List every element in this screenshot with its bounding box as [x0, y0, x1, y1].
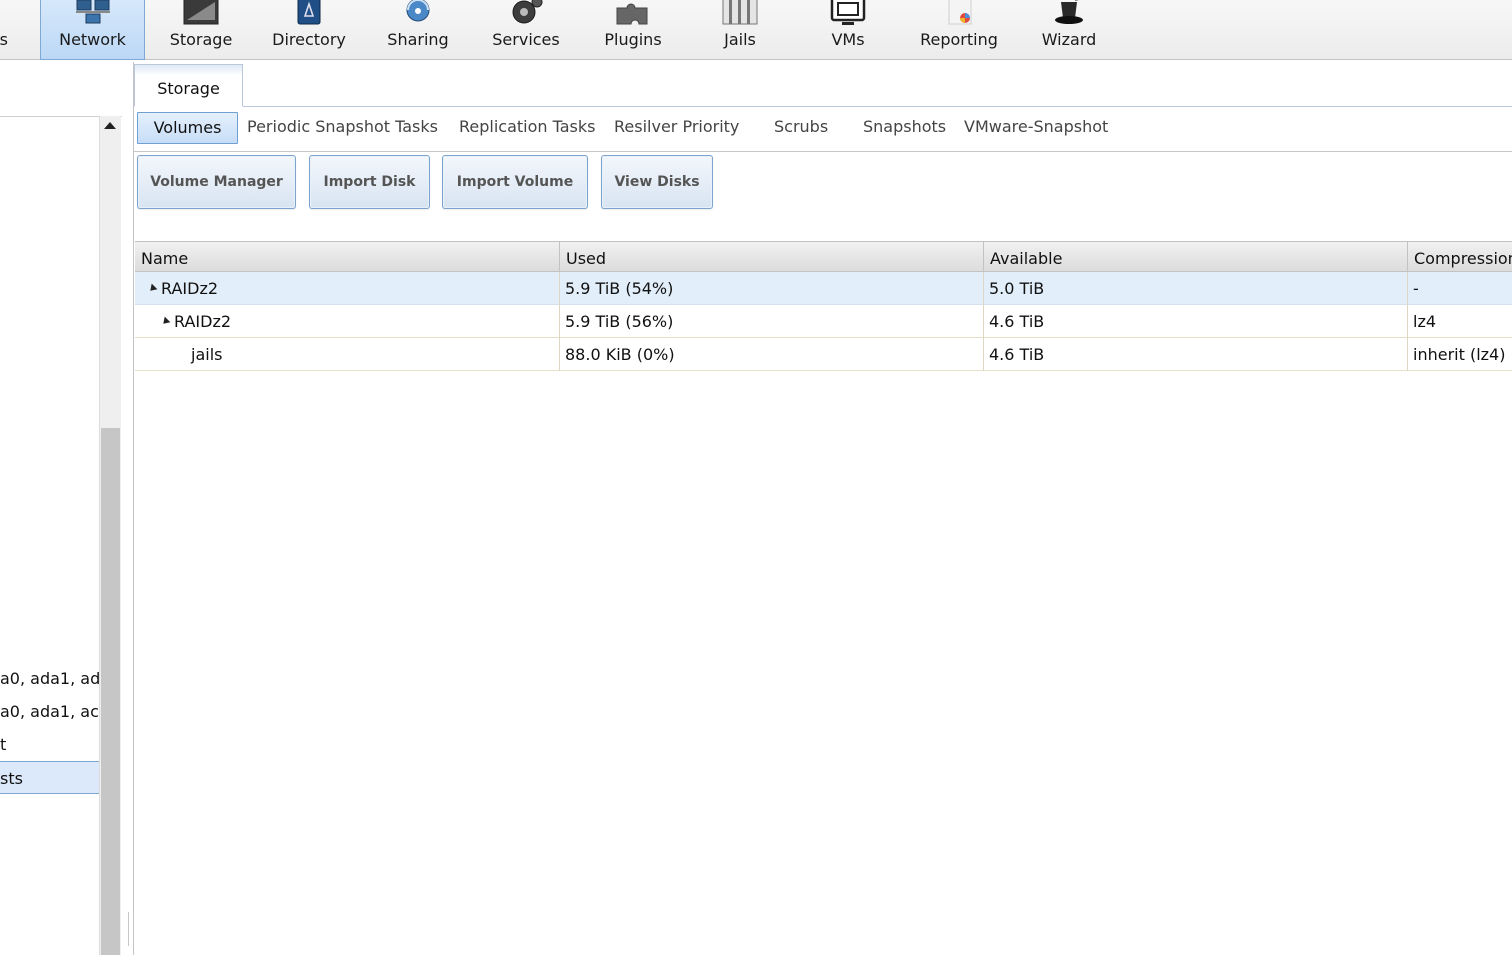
- cell-available: 5.0 TiB: [984, 272, 1408, 305]
- tree-item-label: sts: [0, 769, 23, 788]
- tree-item[interactable]: t: [0, 728, 99, 761]
- cell-used: 5.9 TiB (56%): [560, 305, 984, 338]
- vms-monitor-icon: [828, 0, 868, 30]
- column-header-available[interactable]: Available: [984, 242, 1408, 273]
- nav-directory[interactable]: Directory: [264, 0, 354, 60]
- storage-icon: [181, 0, 221, 30]
- panel-splitter[interactable]: [128, 912, 129, 946]
- scroll-up-arrow-icon[interactable]: [104, 122, 116, 129]
- scrollbar-thumb[interactable]: [101, 428, 120, 955]
- cell-compression: lz4: [1413, 312, 1437, 331]
- cell-compression: inherit (lz4): [1413, 345, 1506, 364]
- nav-services[interactable]: Services: [484, 0, 568, 60]
- grid-header: Name Used Available Compression: [135, 241, 1512, 273]
- cell-compression: -: [1413, 279, 1419, 298]
- jails-icon: [720, 0, 760, 30]
- nav-label: Plugins: [604, 30, 662, 49]
- wizard-hat-icon: [1049, 0, 1089, 30]
- nav-label: Services: [492, 30, 560, 49]
- reporting-icon: [939, 0, 979, 30]
- nav-storage[interactable]: Storage: [158, 0, 244, 60]
- tree-item[interactable]: a0, ada1, ac: [0, 695, 99, 728]
- cell-used: 5.9 TiB (54%): [560, 272, 984, 305]
- table-row[interactable]: jails 88.0 KiB (0%) 4.6 TiB inherit (lz4…: [135, 338, 1512, 371]
- nav-wizard[interactable]: Wizard: [1032, 0, 1106, 60]
- nav-label: Wizard: [1041, 30, 1097, 49]
- nav-label: Directory: [272, 30, 346, 49]
- main-tab-strip: [134, 62, 1512, 107]
- column-header-used[interactable]: Used: [560, 242, 984, 273]
- network-icon: [73, 0, 113, 30]
- column-header-name[interactable]: Name: [135, 242, 560, 273]
- nav-label: VMs: [831, 30, 865, 49]
- tree-expander-icon[interactable]: [160, 316, 171, 327]
- nav-reporting[interactable]: Reporting: [912, 0, 1006, 60]
- subtab-replication-tasks[interactable]: Replication Tasks: [459, 112, 596, 144]
- sharing-icon: [398, 0, 438, 30]
- cell-name: RAIDz2: [135, 272, 560, 305]
- cell-name-text: RAIDz2: [161, 279, 219, 298]
- import-volume-button[interactable]: Import Volume: [442, 155, 588, 209]
- directory-icon: [289, 0, 329, 30]
- cell-name: RAIDz2: [135, 305, 560, 338]
- main-panel-border: [133, 62, 134, 955]
- subtab-resilver-priority[interactable]: Resilver Priority: [614, 112, 739, 144]
- column-header-compression[interactable]: Compression: [1408, 242, 1512, 273]
- nav-label: s: [0, 30, 8, 49]
- nav-sharing[interactable]: Sharing: [378, 0, 458, 60]
- tree-item[interactable]: a0, ada1, ad: [0, 662, 99, 695]
- nav-label: Reporting: [920, 30, 998, 49]
- system-icon: [0, 0, 4, 30]
- tree-item-selected[interactable]: sts: [0, 761, 99, 794]
- plugins-puzzle-icon: [613, 0, 653, 30]
- nav-jails[interactable]: Jails: [708, 0, 772, 60]
- tree-item-label: a0, ada1, ad: [0, 669, 99, 688]
- nav-plugins[interactable]: Plugins: [595, 0, 671, 60]
- cell-available: 4.6 TiB: [984, 338, 1408, 371]
- nav-vms[interactable]: VMs: [816, 0, 880, 60]
- nav-label: Storage: [169, 30, 233, 49]
- cell-available: 4.6 TiB: [984, 305, 1408, 338]
- tree-expander-icon[interactable]: [147, 283, 158, 294]
- import-disk-button[interactable]: Import Disk: [309, 155, 430, 209]
- subtab-periodic-snapshot-tasks[interactable]: Periodic Snapshot Tasks: [247, 112, 438, 144]
- tree-item-label: a0, ada1, ac: [0, 702, 99, 721]
- cell-name-text: RAIDz2: [174, 312, 232, 331]
- tab-storage[interactable]: Storage: [134, 64, 243, 107]
- subtab-snapshots[interactable]: Snapshots: [863, 112, 946, 144]
- cell-used: 88.0 KiB (0%): [560, 338, 984, 371]
- nav-label: Network: [59, 30, 126, 49]
- view-disks-button[interactable]: View Disks: [601, 155, 713, 209]
- subtab-volumes[interactable]: Volumes: [137, 112, 238, 144]
- volume-manager-button[interactable]: Volume Manager: [137, 155, 296, 209]
- top-navigation-bar: s Network Storage Directory Sharing Serv…: [0, 0, 1512, 60]
- subtab-vmware-snapshot[interactable]: VMware-Snapshot: [964, 112, 1108, 144]
- subtab-scrubs[interactable]: Scrubs: [774, 112, 828, 144]
- nav-label: Sharing: [387, 30, 449, 49]
- services-gear-icon: [506, 0, 546, 30]
- table-row[interactable]: RAIDz2 5.9 TiB (54%) 5.0 TiB -: [135, 272, 1512, 305]
- cell-name: jails: [135, 338, 560, 371]
- nav-label: Jails: [724, 30, 756, 49]
- nav-system[interactable]: s: [0, 0, 8, 60]
- tree-item-label: t: [0, 735, 7, 754]
- table-row[interactable]: RAIDz2 5.9 TiB (56%) 4.6 TiB lz4: [135, 305, 1512, 338]
- volumes-grid: Name Used Available Compression RAIDz2 5…: [135, 241, 1512, 371]
- nav-network[interactable]: Network: [40, 0, 145, 60]
